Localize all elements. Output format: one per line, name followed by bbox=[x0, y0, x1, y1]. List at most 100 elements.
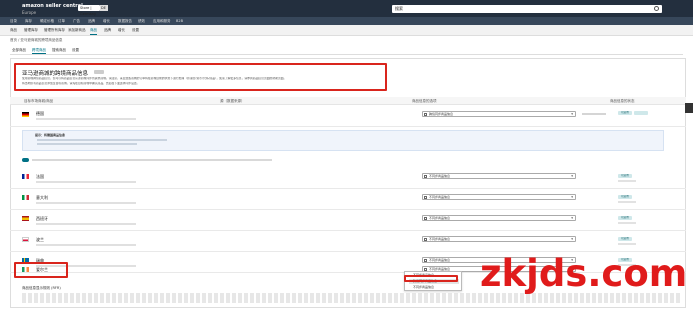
amazon-logo[interactable]: amazon seller central Europe bbox=[22, 3, 83, 15]
sub-menu: 商品 管理库存 管理所有库存 添加新商品 商品 品牌 增长 设置 bbox=[0, 25, 693, 36]
highlight-box-option bbox=[404, 275, 458, 282]
menu-item[interactable]: 添加新商品 bbox=[68, 27, 86, 34]
table-row: 西班牙 不同步商品信息 ▾ 已启用 bbox=[10, 210, 686, 231]
status-badge: 已启用 bbox=[618, 216, 632, 220]
main-nav: 目录 库存 确定价格 订单 广告 品牌 增长 数据报告 绩效 应用和服务 B2B bbox=[0, 17, 693, 25]
top-header: amazon seller central Europe Store | Ger… bbox=[0, 0, 693, 17]
sync-select-value: 不同步商品信息 bbox=[429, 174, 451, 178]
info-title: 提示：将德国商品信息 bbox=[35, 133, 66, 137]
tab-search[interactable]: 搜索商品 bbox=[52, 48, 66, 53]
menu-item[interactable]: 增长 bbox=[118, 27, 125, 34]
country-name: 波兰 bbox=[36, 237, 44, 242]
sync-icon bbox=[424, 238, 427, 241]
sync-select-value: 跨境同步商品信息 bbox=[429, 112, 454, 116]
germany-flag-icon bbox=[22, 112, 29, 117]
menu-item[interactable]: 品牌 bbox=[104, 27, 111, 34]
status-badge-2 bbox=[634, 111, 648, 115]
page-tabs: 全部商品 跨境商品 搜索商品 设置 bbox=[10, 47, 683, 55]
chevron-down-icon: ▾ bbox=[571, 195, 573, 199]
dropdown-option[interactable]: 不同步商品信息 bbox=[409, 285, 459, 290]
status-sub bbox=[618, 201, 636, 203]
sync-select-value: 不同步商品信息 bbox=[429, 195, 451, 199]
feedback-tab[interactable] bbox=[685, 103, 693, 113]
menu-item[interactable]: 管理库存 bbox=[24, 27, 38, 34]
table-row-source: 德国 跨境同步商品信息 ▾ 已启用 bbox=[10, 105, 686, 127]
search-icon[interactable] bbox=[654, 6, 659, 11]
sync-select[interactable]: 不同步商品信息 ▾ bbox=[422, 215, 576, 221]
country-sub-text bbox=[36, 202, 136, 204]
status-sub bbox=[618, 243, 636, 245]
marketplace-tag[interactable]: DE bbox=[100, 5, 108, 11]
sync-select[interactable]: 跨境同步商品信息 ▾ bbox=[422, 111, 576, 117]
sync-select[interactable]: 不同步商品信息 ▾ bbox=[422, 194, 576, 200]
menu-item[interactable]: 管理所有库存 bbox=[44, 27, 65, 34]
nav-item[interactable]: 绩效 bbox=[138, 18, 145, 24]
chevron-down-icon: ▾ bbox=[571, 237, 573, 241]
breadcrumb[interactable]: 首页 / 亚马逊商城的跨境商品信息 bbox=[10, 38, 62, 43]
info-line bbox=[37, 143, 137, 145]
col-source: 源（数据来源） bbox=[220, 99, 245, 103]
nav-item[interactable]: 确定价格 bbox=[40, 18, 54, 24]
sync-select-value: 不同步商品信息 bbox=[429, 237, 451, 241]
logo-region: Europe bbox=[22, 10, 37, 15]
sync-select[interactable]: 不同步商品信息 ▾ bbox=[422, 236, 576, 242]
col-method: 商品信息的选项 bbox=[412, 99, 437, 103]
status-sub bbox=[618, 222, 636, 224]
nav-item[interactable]: 广告 bbox=[73, 18, 80, 24]
status-badge: 已启用 bbox=[618, 195, 632, 199]
col-status: 商品信息的状态 bbox=[610, 99, 635, 103]
italy-flag-icon bbox=[22, 195, 29, 200]
search-input[interactable]: 搜索 bbox=[392, 5, 662, 13]
nav-item[interactable]: 目录 bbox=[10, 18, 17, 24]
menu-item[interactable]: 商品 bbox=[10, 27, 17, 34]
country-name: 德国 bbox=[36, 111, 44, 116]
info-box: 提示：将德国商品信息 bbox=[22, 130, 664, 151]
table-row: 波兰 不同步商品信息 ▾ 已启用 bbox=[10, 231, 686, 252]
status-sub bbox=[618, 180, 636, 182]
status-badge: 已启用 bbox=[618, 237, 632, 241]
search-placeholder: 搜索 bbox=[395, 6, 403, 11]
status-badge: 已启用 bbox=[618, 174, 632, 178]
nav-item[interactable]: 品牌 bbox=[88, 18, 95, 24]
sync-select-value: 不同步商品信息 bbox=[429, 216, 451, 220]
nav-item[interactable]: B2B bbox=[176, 18, 183, 24]
nav-item[interactable]: 数据报告 bbox=[118, 18, 132, 24]
spain-flag-icon bbox=[22, 216, 29, 221]
country-name: 西班牙 bbox=[36, 216, 48, 221]
menu-item[interactable]: 设置 bbox=[132, 27, 139, 34]
nav-item[interactable]: 库存 bbox=[25, 18, 32, 24]
sync-toggle[interactable] bbox=[22, 158, 29, 162]
toggle-label bbox=[32, 159, 272, 161]
logo-text: amazon seller central bbox=[22, 3, 83, 9]
tab-all[interactable]: 全部商品 bbox=[12, 48, 26, 53]
sync-icon bbox=[424, 217, 427, 220]
table-row: 法国 不同步商品信息 ▾ 已启用 bbox=[10, 168, 686, 189]
section-heading: 商品信息显示规则 (RFR) bbox=[22, 286, 61, 290]
tab-settings[interactable]: 设置 bbox=[72, 48, 79, 53]
nav-item[interactable]: 应用和服务 bbox=[153, 18, 171, 24]
sync-icon bbox=[424, 175, 427, 178]
sync-icon bbox=[424, 196, 427, 199]
table-row: 意大利 不同步商品信息 ▾ 已启用 bbox=[10, 189, 686, 210]
tab-cross-border[interactable]: 跨境商品 bbox=[32, 48, 46, 54]
toggle-row bbox=[22, 157, 664, 163]
nav-item[interactable]: 订单 bbox=[58, 18, 65, 24]
highlight-box-country bbox=[14, 262, 68, 278]
country-sub-text bbox=[36, 181, 136, 183]
account-switcher[interactable]: Store | Germany bbox=[78, 5, 100, 16]
sync-select[interactable]: 不同步商品信息 ▾ bbox=[422, 173, 576, 179]
country-sub-text bbox=[36, 223, 136, 225]
country-sub-text bbox=[36, 244, 136, 246]
select-note bbox=[582, 113, 606, 115]
nav-item[interactable]: 增长 bbox=[103, 18, 110, 24]
country-sub-text bbox=[36, 118, 136, 120]
highlight-box-title bbox=[14, 63, 387, 91]
info-line bbox=[37, 139, 167, 141]
france-flag-icon bbox=[22, 174, 29, 179]
chevron-down-icon: ▾ bbox=[571, 174, 573, 178]
watermark: zkjds.com bbox=[480, 252, 688, 295]
sync-icon bbox=[424, 113, 427, 116]
menu-item-active[interactable]: 商品 bbox=[90, 27, 97, 35]
status-badge: 已启用 bbox=[618, 111, 632, 115]
country-name: 法国 bbox=[36, 174, 44, 179]
